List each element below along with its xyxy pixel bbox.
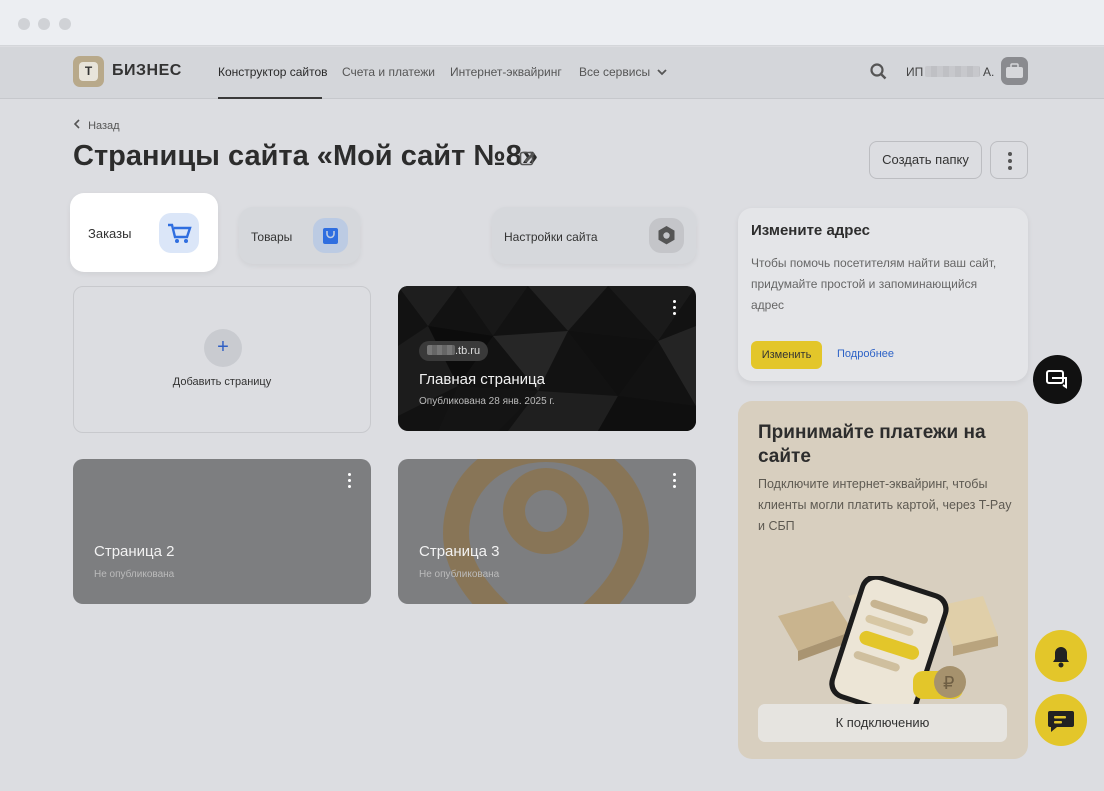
chevron-down-icon [657,69,668,76]
phone-payment-illustration: ₽ [778,576,998,716]
kebab-icon [1008,152,1012,170]
active-nav-indicator [218,97,322,99]
page-card-3[interactable]: Страница 3 Не опубликована [398,459,696,604]
orders-tile[interactable]: Заказы [70,193,218,272]
chat-history-button[interactable] [1033,355,1082,404]
page-url-domain: .tb.ru [455,345,481,357]
orders-tile-label: Заказы [88,226,132,241]
plus-icon: + [204,329,242,367]
page-card-main[interactable]: .tb.ru Главная страница Опубликована 28 … [398,286,696,431]
page-title-main: Главная страница [419,371,545,388]
change-address-text: Чтобы помочь посетителям найти ваш сайт,… [751,256,997,312]
brand-name[interactable]: БИЗНЕС [112,62,182,80]
site-settings-tile-label: Настройки сайта [504,230,598,244]
message-icon [1048,711,1074,732]
nav-link-accounts-payments[interactable]: Счета и платежи [342,65,435,79]
add-page-card[interactable]: + Добавить страницу [73,286,371,433]
cart-icon [159,213,199,253]
page-menu-icon[interactable] [673,300,677,316]
chat-bubbles-icon [1046,370,1067,389]
page-status-3: Не опубликована [419,569,500,580]
url-redacted [427,345,455,355]
map-pin-watermark-icon [442,459,650,604]
connect-acquiring-button[interactable]: К подключению [758,704,1007,742]
create-folder-button[interactable]: Создать папку [869,141,982,179]
edit-icon[interactable] [519,150,536,167]
page-status-main: Опубликована 28 янв. 2025 г. [419,396,555,407]
payments-promo-card: Принимайте платежи на сайте Подключите и… [738,401,1028,759]
more-options-button[interactable] [990,141,1028,179]
nav-link-all-services[interactable]: Все сервисы [579,65,668,79]
bag-icon [313,218,348,253]
window-dot [59,18,71,30]
user-prefix[interactable]: ИП [906,65,923,79]
user-name-redacted [925,66,980,77]
user-suffix[interactable]: А. [983,65,994,79]
chevron-left-icon [73,119,80,129]
bell-icon [1053,647,1069,668]
page-title-2: Страница 2 [94,543,175,560]
svg-text:₽: ₽ [943,673,954,694]
nav-link-internet-acquiring[interactable]: Интернет-эквайринг [450,65,562,79]
page-title-3: Страница 3 [419,543,500,560]
window-dot [38,18,50,30]
page-url-pill: .tb.ru [419,341,489,361]
search-icon[interactable] [870,63,887,80]
payments-promo-title: Принимайте платежи на сайте [758,422,986,467]
nav-link-all-services-label: Все сервисы [579,65,651,79]
add-page-label: Добавить страницу [172,376,272,388]
page-menu-icon[interactable] [673,473,677,489]
payments-promo-text: Подключите интернет-эквайринг, чтобы кли… [758,477,1012,533]
top-navigation: Т БИЗНЕС Конструктор сайтов Счета и плат… [0,47,1104,99]
brand-badge: Т [79,62,98,81]
page-menu-icon[interactable] [348,473,352,489]
change-address-card: Измените адрес Чтобы помочь посетителям … [738,208,1028,381]
notifications-button[interactable] [1035,630,1087,682]
brand-logo-icon[interactable]: Т [73,56,104,87]
window-titlebar [0,0,1104,46]
learn-more-link[interactable]: Подробнее [837,348,894,360]
products-tile[interactable]: Товары [239,207,360,264]
page-status-2: Не опубликована [94,569,175,580]
avatar[interactable] [1001,57,1028,85]
gear-icon [649,218,684,253]
products-tile-label: Товары [251,230,293,244]
back-link[interactable]: Назад [73,119,120,132]
support-chat-button[interactable] [1035,694,1087,746]
site-settings-tile[interactable]: Настройки сайта [492,207,696,264]
change-address-title: Измените адрес [751,222,870,239]
back-label: Назад [88,120,120,132]
briefcase-icon [1006,63,1023,78]
change-address-button[interactable]: Изменить [751,341,822,369]
page-title: Страницы сайта «Мой сайт №8» [73,140,538,172]
window-dot [18,18,30,30]
page-card-2[interactable]: Страница 2 Не опубликована [73,459,371,604]
nav-link-site-builder[interactable]: Конструктор сайтов [218,65,328,79]
